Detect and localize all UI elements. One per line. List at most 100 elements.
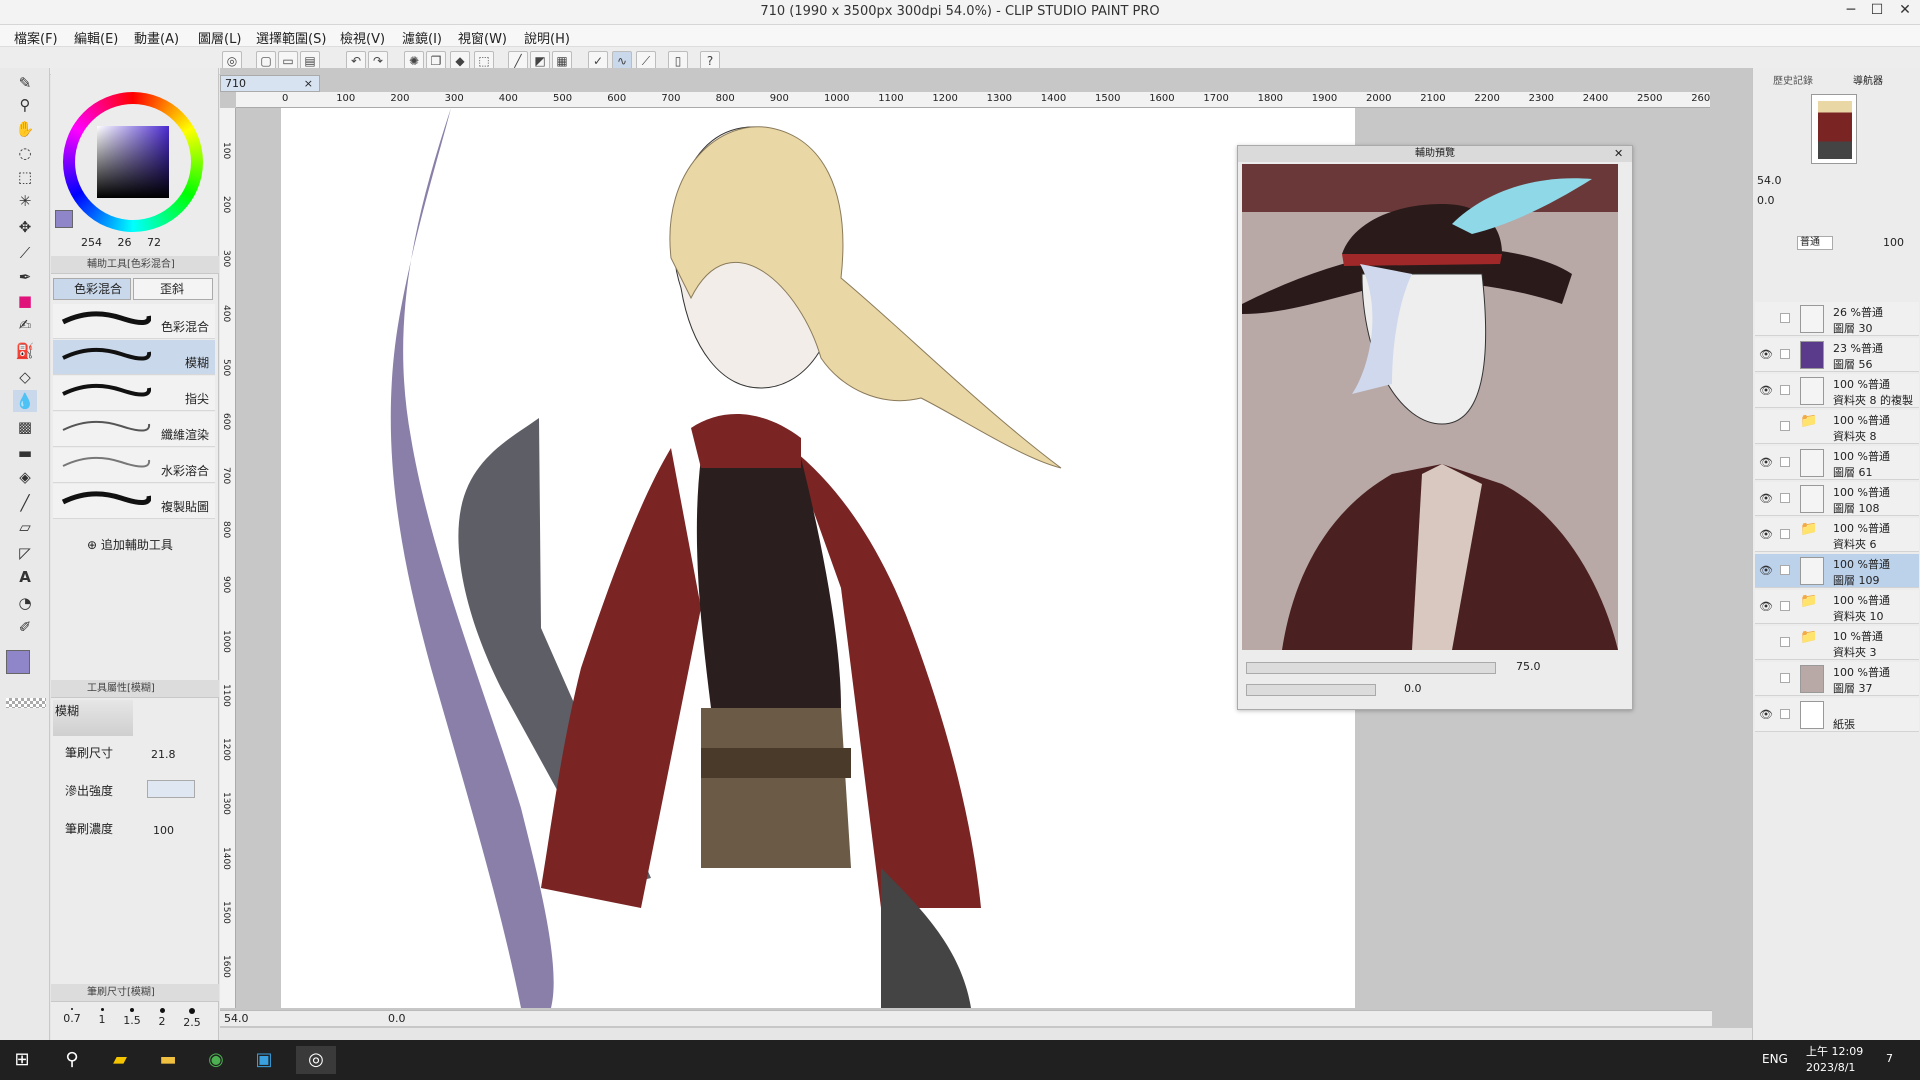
layer-row[interactable]: 👁 100 %普通 圖層 109 xyxy=(1755,554,1919,588)
layer-check[interactable] xyxy=(1780,673,1790,683)
select-layer-icon[interactable]: ⬚ xyxy=(13,166,37,188)
eye-icon[interactable]: 👁 xyxy=(1759,708,1773,721)
brush-watercolor[interactable]: 水彩溶合 xyxy=(53,448,215,483)
navigator-rotation[interactable]: 0.0 xyxy=(1757,194,1775,207)
maximize-button[interactable]: ☐ xyxy=(1866,2,1888,22)
file-explorer-icon[interactable]: ▬ xyxy=(148,1046,188,1074)
notification-count[interactable]: 7 xyxy=(1886,1052,1893,1065)
brush-clone[interactable]: 複製貼圖 xyxy=(53,484,215,519)
frame-icon[interactable]: ▱ xyxy=(13,516,37,538)
menu-help[interactable]: 說明(H) xyxy=(524,28,570,47)
eye-icon[interactable]: 👁 xyxy=(1759,456,1773,469)
subview-image[interactable] xyxy=(1242,164,1618,650)
brush-size-value[interactable]: 21.8 xyxy=(151,748,176,761)
saturation-square[interactable] xyxy=(97,126,169,198)
brush-size-preset[interactable]: 1.5 xyxy=(119,1008,145,1027)
menu-window[interactable]: 視窗(W) xyxy=(458,28,507,47)
text-tool-icon[interactable]: A xyxy=(13,566,37,588)
tab-history[interactable]: 歷史記錄 xyxy=(1773,72,1813,87)
add-subtool-button[interactable]: ⊕ 追加輔助工具 xyxy=(87,536,173,553)
subview-zoom-value[interactable]: 75.0 xyxy=(1516,660,1541,673)
tab-color-blend[interactable]: 色彩混合 xyxy=(53,278,131,300)
brush-icon[interactable]: ✍ xyxy=(13,314,37,336)
fill-tool-icon[interactable]: ◈ xyxy=(13,466,37,488)
airbrush-icon[interactable]: ⛽ xyxy=(13,340,37,362)
subview-rotate-slider[interactable] xyxy=(1246,684,1376,696)
menu-animation[interactable]: 動畫(A) xyxy=(134,28,179,47)
move-tool-icon[interactable]: ✥ xyxy=(13,216,37,238)
minimize-button[interactable]: ─ xyxy=(1840,2,1862,22)
figure-icon[interactable]: ╱ xyxy=(13,492,37,514)
layer-row[interactable]: 👁 100 %普通 資料夾 8 的複製 xyxy=(1755,374,1919,408)
layer-check[interactable] xyxy=(1780,457,1790,467)
eraser-icon[interactable]: ◇ xyxy=(13,366,37,388)
layer-row[interactable]: 👁 紙張 xyxy=(1755,698,1919,732)
blend-mode-select[interactable]: 普通 xyxy=(1797,236,1833,250)
layer-check[interactable] xyxy=(1780,565,1790,575)
navigator-zoom[interactable]: 54.0 xyxy=(1757,174,1782,187)
layer-check[interactable] xyxy=(1780,637,1790,647)
search-icon[interactable]: ⚲ xyxy=(52,1046,92,1074)
pen-tool-icon[interactable]: ✎ xyxy=(13,72,37,94)
layer-row[interactable]: 100 %普通 圖層 37 xyxy=(1755,662,1919,696)
main-color-swatch[interactable] xyxy=(6,650,30,674)
sticky-notes-icon[interactable]: ▰ xyxy=(100,1046,140,1074)
canvas-rotation-value[interactable]: 0.0 xyxy=(388,1012,406,1025)
layer-check[interactable] xyxy=(1780,709,1790,719)
eye-icon[interactable]: 👁 xyxy=(1759,600,1773,613)
layer-row[interactable]: 👁 📁 100 %普通 資料夾 10 xyxy=(1755,590,1919,624)
clip-studio-taskbar-icon[interactable]: ◎ xyxy=(296,1046,336,1074)
eyedropper-icon[interactable]: ⟋ xyxy=(13,242,37,264)
layer-row[interactable]: 👁 100 %普通 圖層 108 xyxy=(1755,482,1919,516)
menu-view[interactable]: 檢視(V) xyxy=(340,28,385,47)
brush-fiber[interactable]: 纖維渲染 xyxy=(53,412,215,447)
navigator-thumbnail[interactable] xyxy=(1811,94,1857,164)
tab-navigator[interactable]: 導航器 xyxy=(1853,72,1883,87)
document-canvas[interactable] xyxy=(281,108,1355,1008)
eye-icon[interactable]: 👁 xyxy=(1759,384,1773,397)
lasso-tool-icon[interactable]: ◌ xyxy=(13,142,37,164)
brush-size-preset[interactable]: 1 xyxy=(89,1008,115,1026)
close-button[interactable]: ✕ xyxy=(1894,2,1916,22)
operation-icon[interactable]: ◸ xyxy=(13,542,37,564)
menu-edit[interactable]: 編輯(E) xyxy=(74,28,118,47)
tab-distort[interactable]: 歪斜 xyxy=(133,278,213,300)
layer-check[interactable] xyxy=(1780,601,1790,611)
layer-check[interactable] xyxy=(1780,385,1790,395)
layer-opacity[interactable]: 100 xyxy=(1883,236,1904,249)
blend-tool-icon[interactable]: 💧 xyxy=(13,390,37,412)
eye-icon[interactable]: 👁 xyxy=(1759,348,1773,361)
eye-icon[interactable]: 👁 xyxy=(1759,564,1773,577)
layer-check[interactable] xyxy=(1780,529,1790,539)
document-tab[interactable]: 710 × xyxy=(220,75,320,92)
eye-icon[interactable]: 👁 xyxy=(1759,528,1773,541)
transparent-color-swatch[interactable] xyxy=(6,698,46,708)
marker-icon[interactable]: ■ xyxy=(13,290,37,312)
layer-row[interactable]: 👁 23 %普通 圖層 56 xyxy=(1755,338,1919,372)
layer-row[interactable]: 26 %普通 圖層 30 xyxy=(1755,302,1919,336)
menu-layer[interactable]: 圖層(L) xyxy=(198,28,241,47)
layer-check[interactable] xyxy=(1780,313,1790,323)
chrome-icon[interactable]: ◉ xyxy=(196,1046,236,1074)
density-value[interactable]: 100 xyxy=(153,824,174,837)
menu-selection[interactable]: 選擇範圍(S) xyxy=(256,28,326,47)
layer-row[interactable]: 👁 100 %普通 圖層 61 xyxy=(1755,446,1919,480)
subview-zoom-slider[interactable] xyxy=(1246,662,1496,674)
subview-close-icon[interactable]: ✕ xyxy=(1614,147,1623,160)
gradient-icon[interactable]: ▬ xyxy=(13,442,37,464)
subview-rotate-value[interactable]: 0.0 xyxy=(1404,682,1422,695)
balloon-icon[interactable]: ◔ xyxy=(13,592,37,614)
brush-finger[interactable]: 指尖 xyxy=(53,376,215,411)
brush-blur[interactable]: 模糊 xyxy=(53,340,215,375)
brush-size-preset[interactable]: 2.5 xyxy=(179,1008,205,1029)
layer-check[interactable] xyxy=(1780,421,1790,431)
windows-start-icon[interactable]: ⊞ xyxy=(2,1046,42,1074)
layer-row[interactable]: 📁 10 %普通 資料夾 3 xyxy=(1755,626,1919,660)
language-indicator[interactable]: ENG xyxy=(1762,1052,1788,1066)
menu-filter[interactable]: 濾鏡(I) xyxy=(402,28,442,47)
zoom-tool-icon[interactable]: ⚲ xyxy=(13,94,37,116)
brush-size-preset[interactable]: 0.7 xyxy=(59,1008,85,1025)
layer-row[interactable]: 📁 100 %普通 資料夾 8 xyxy=(1755,410,1919,444)
layer-check[interactable] xyxy=(1780,493,1790,503)
photos-icon[interactable]: ▣ xyxy=(244,1046,284,1074)
